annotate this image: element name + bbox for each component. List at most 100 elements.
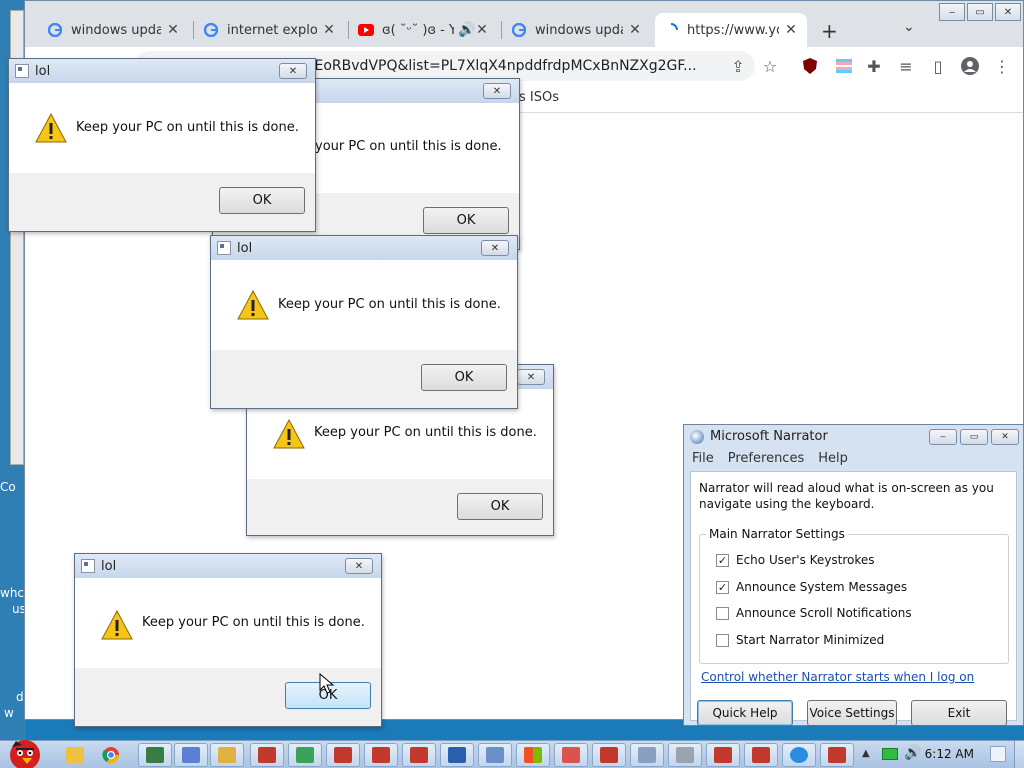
dialog-footer: OK [9, 173, 315, 231]
taskbar-app-icon[interactable] [820, 743, 854, 767]
taskbar-app-icon[interactable] [402, 743, 436, 767]
taskbar-app-icon[interactable] [554, 743, 588, 767]
checkbox-announce-scroll[interactable]: Announce Scroll Notifications [716, 606, 912, 620]
ok-button[interactable]: OK [421, 364, 507, 391]
checkbox-start-minimized[interactable]: Start Narrator Minimized [716, 633, 884, 647]
dialog-title: lol [35, 63, 51, 79]
dialog-close-button[interactable]: ✕ [517, 369, 545, 385]
tab-close-icon[interactable]: ✕ [627, 22, 643, 38]
taskbar-app-icon[interactable] [210, 743, 244, 767]
google-icon [511, 22, 527, 38]
desktop-icon-label: d [16, 690, 24, 704]
dialog-close-button[interactable]: ✕ [279, 63, 307, 79]
exit-button[interactable]: Exit [911, 700, 1007, 726]
checkbox-echo-keystrokes[interactable]: ✓ Echo User's Keystrokes [716, 553, 875, 567]
dialog-close-button[interactable]: ✕ [483, 83, 511, 99]
puzzle-icon[interactable]: ✚ [863, 55, 885, 77]
taskbar-app-icon[interactable] [592, 743, 626, 767]
windows-logo-icon[interactable] [516, 743, 550, 767]
voice-settings-button[interactable]: Voice Settings [807, 700, 897, 726]
menu-preferences[interactable]: Preferences [728, 451, 804, 466]
volume-icon[interactable]: 🔊 [904, 745, 921, 761]
taskbar: ▲ 🔊 6:12 AM [0, 740, 1024, 768]
tab-title: https://www.yo [687, 22, 779, 38]
checkbox-unchecked[interactable] [716, 633, 729, 647]
extension-flag-icon[interactable] [833, 55, 855, 77]
action-center-icon[interactable] [990, 746, 1006, 762]
profile-avatar-icon[interactable] [959, 55, 981, 77]
taskbar-app-icon[interactable] [630, 743, 664, 767]
speaker-icon[interactable]: 🔊 [458, 22, 475, 38]
ok-button[interactable]: OK [457, 493, 543, 520]
menu-file[interactable]: File [692, 451, 714, 466]
side-panel-icon[interactable]: ▯ [927, 55, 949, 77]
google-icon [47, 22, 63, 38]
show-hidden-icons[interactable]: ▲ [862, 748, 870, 759]
settings-group: Main Narrator Settings ✓ Echo User's Key… [699, 527, 1009, 664]
close-button[interactable]: ✕ [995, 3, 1021, 21]
checkbox-checked[interactable]: ✓ [716, 580, 729, 594]
maximize-button[interactable]: ▭ [960, 429, 988, 445]
dialog-close-button[interactable]: ✕ [481, 240, 509, 256]
app-icon [81, 559, 95, 573]
minimize-button[interactable]: ‒ [939, 3, 965, 21]
taskbar-app-icon[interactable] [744, 743, 778, 767]
tab[interactable]: internet explore ✕ [195, 13, 345, 47]
logon-settings-link[interactable]: Control whether Narrator starts when I l… [701, 670, 974, 684]
checkbox-label: Echo User's Keystrokes [736, 553, 875, 567]
ok-button[interactable]: OK [219, 187, 305, 214]
maximize-button[interactable]: ▭ [967, 3, 993, 21]
dialog-footer: OK [247, 479, 553, 535]
checkbox-label: Announce Scroll Notifications [736, 606, 912, 620]
tab-active[interactable]: https://www.yo ✕ [655, 13, 807, 47]
taskbar-app-icon[interactable] [288, 743, 322, 767]
ok-button[interactable]: OK [423, 207, 509, 234]
dialog-message: Keep your PC on until this is done. [76, 120, 299, 135]
checkbox-announce-system[interactable]: ✓ Announce System Messages [716, 580, 907, 594]
folder-icon[interactable] [58, 743, 92, 767]
checkbox-checked[interactable]: ✓ [716, 553, 729, 567]
close-button[interactable]: ✕ [991, 429, 1019, 445]
taskbar-app-icon[interactable] [440, 743, 474, 767]
network-icon[interactable] [882, 748, 898, 760]
show-desktop-button[interactable] [1014, 741, 1024, 768]
quick-help-button[interactable]: Quick Help [697, 700, 793, 726]
taskbar-app-icon[interactable] [326, 743, 360, 767]
clock[interactable]: 6:12 AM [925, 747, 974, 761]
tab-close-icon[interactable]: ✕ [321, 22, 337, 38]
star-icon[interactable]: ☆ [759, 55, 781, 77]
kebab-menu-icon[interactable]: ⋮ [991, 55, 1013, 77]
dialog-close-button[interactable]: ✕ [345, 558, 373, 574]
new-tab-button[interactable]: + [821, 19, 838, 43]
tab-close-icon[interactable]: ✕ [474, 22, 490, 38]
tab[interactable]: ɞ( ˘ᵕ˘ )ɞ - Yo 🔊 ✕ [350, 13, 498, 47]
dialog-message: Keep your PC on until this is done. [142, 615, 365, 630]
tab[interactable]: windows updat ✕ [39, 13, 189, 47]
chrome-icon[interactable] [94, 743, 128, 767]
tab[interactable]: windows updat ✕ [503, 13, 651, 47]
internet-explorer-icon[interactable] [782, 743, 816, 767]
tab-close-icon[interactable]: ✕ [783, 22, 799, 38]
narrator-title: Microsoft Narrator [710, 429, 828, 444]
angry-bird-start-icon[interactable] [2, 733, 48, 768]
mouse-cursor [319, 673, 335, 694]
group-label: Main Narrator Settings [706, 527, 848, 541]
tab-close-icon[interactable]: ✕ [165, 22, 181, 38]
bookmark-item[interactable]: s ISOs [519, 90, 559, 105]
tab-search-button[interactable]: ⌄ [903, 19, 915, 35]
menu-help[interactable]: Help [818, 451, 848, 466]
taskbar-app-icon[interactable] [478, 743, 512, 767]
ublock-icon[interactable] [799, 55, 821, 77]
taskbar-app-icon[interactable] [174, 743, 208, 767]
taskbar-app-icon[interactable] [250, 743, 284, 767]
share-icon[interactable]: ⇪ [727, 55, 749, 77]
taskbar-app-icon[interactable] [364, 743, 398, 767]
checkbox-unchecked[interactable] [716, 606, 729, 620]
minimize-button[interactable]: ‒ [929, 429, 957, 445]
taskbar-app-icon[interactable] [138, 743, 172, 767]
media-queue-icon[interactable]: ≡ [895, 55, 917, 77]
message-dialog: lol ✕ Keep your PC on until this is done… [8, 58, 316, 232]
taskbar-app-icon[interactable] [668, 743, 702, 767]
taskbar-app-icon[interactable] [706, 743, 740, 767]
dialog-titlebar: lol ✕ [75, 554, 381, 578]
